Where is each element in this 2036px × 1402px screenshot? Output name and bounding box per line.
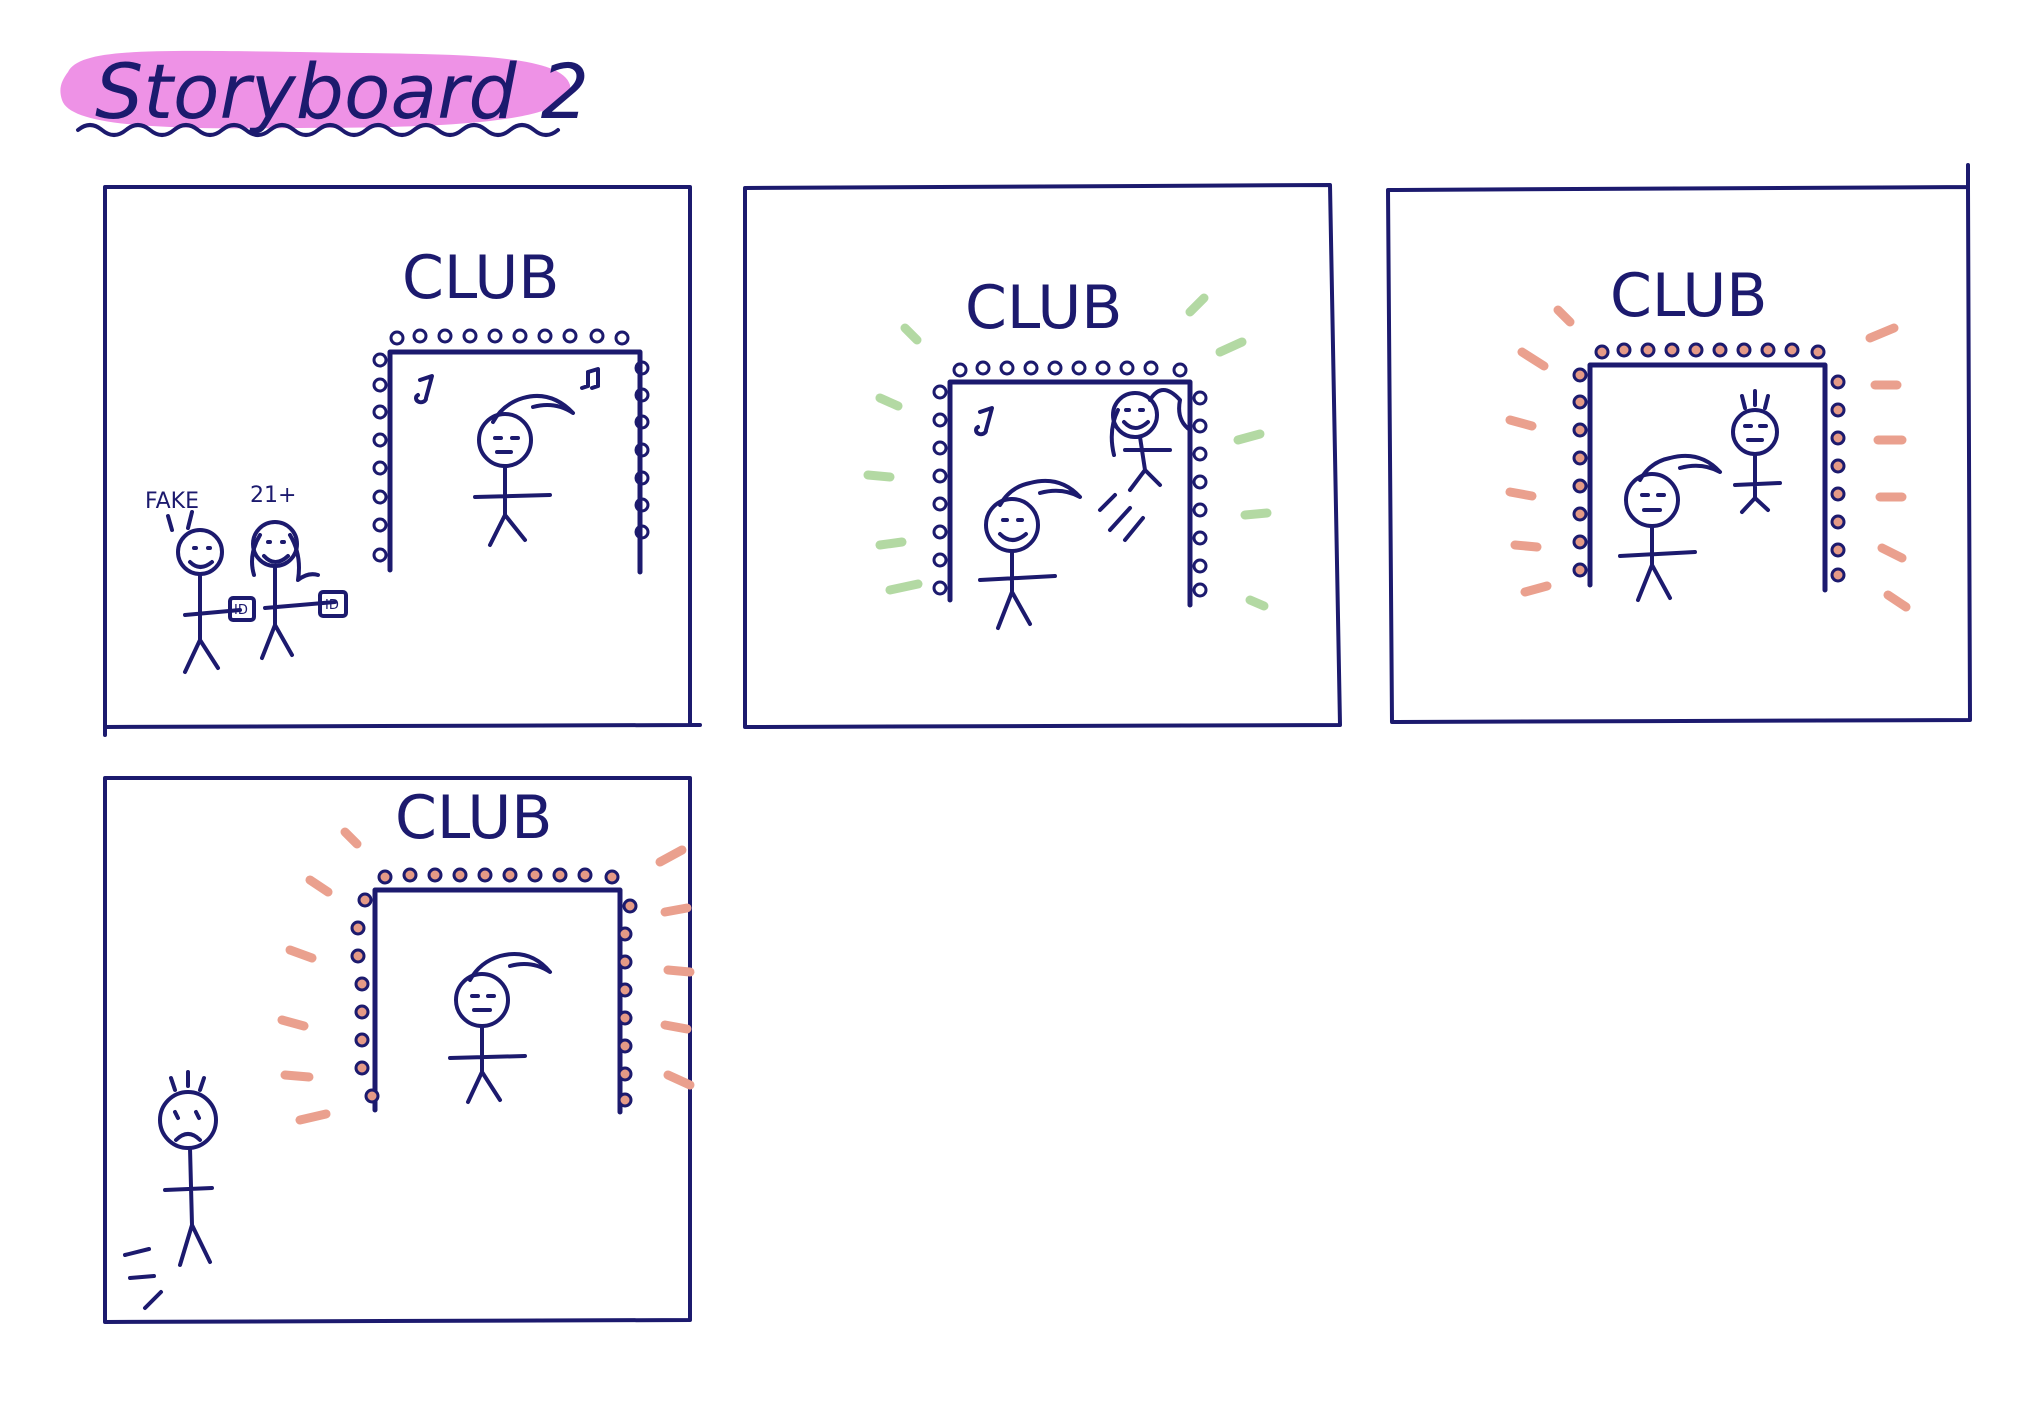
panel-1-bulbs (372, 328, 650, 563)
panel-4-frame (103, 776, 692, 1324)
panel-2-music-note (974, 406, 994, 437)
id-card-2-label: ID (325, 598, 339, 613)
panel-3-club-sign: CLUB (1610, 261, 1767, 331)
storyboard-title: Storyboard 2 (60, 47, 589, 137)
title-text: Storyboard 2 (95, 47, 589, 136)
panel-4-doorway (350, 867, 638, 1115)
panel-2-doorway (932, 360, 1208, 608)
panel-2-friend-entering-figure (1098, 388, 1192, 542)
panel-2-frame (743, 183, 1342, 729)
panel-2-bulbs (932, 360, 1208, 598)
panel-1-fake-id-people: FAKE 21+ ID ID (145, 483, 348, 674)
panel-1-music-notes (414, 367, 600, 405)
panel-4: CLUB (103, 776, 695, 1324)
storyboard-canvas: Storyboard 2 CLUB FAKE 21+ ID ID CLUB CL… (60, 47, 1972, 1324)
panel-2: CLUB (743, 183, 1342, 729)
fake-label: FAKE (145, 489, 199, 514)
panel-3-rejected-person-figure (1731, 389, 1782, 514)
id-card-1-label: ID (234, 603, 248, 618)
panel-1: CLUB FAKE 21+ ID ID (103, 185, 702, 737)
panel-2-bouncer-figure (978, 478, 1082, 630)
panel-4-club-sign: CLUB (395, 783, 552, 853)
panel-4-bouncer-figure (448, 952, 552, 1104)
panel-4-sad-person-figure (123, 1070, 218, 1310)
panel-4-bulbs (350, 867, 638, 1108)
panel-3-bouncer-figure (1618, 453, 1722, 602)
panel-3-glow-lines (1505, 305, 1911, 612)
panel-3: CLUB (1386, 163, 1972, 724)
panel-1-club-sign: CLUB (402, 243, 559, 313)
age-label: 21+ (250, 483, 296, 508)
panel-2-club-sign: CLUB (965, 273, 1122, 343)
panel-1-bouncer-figure (473, 393, 575, 547)
